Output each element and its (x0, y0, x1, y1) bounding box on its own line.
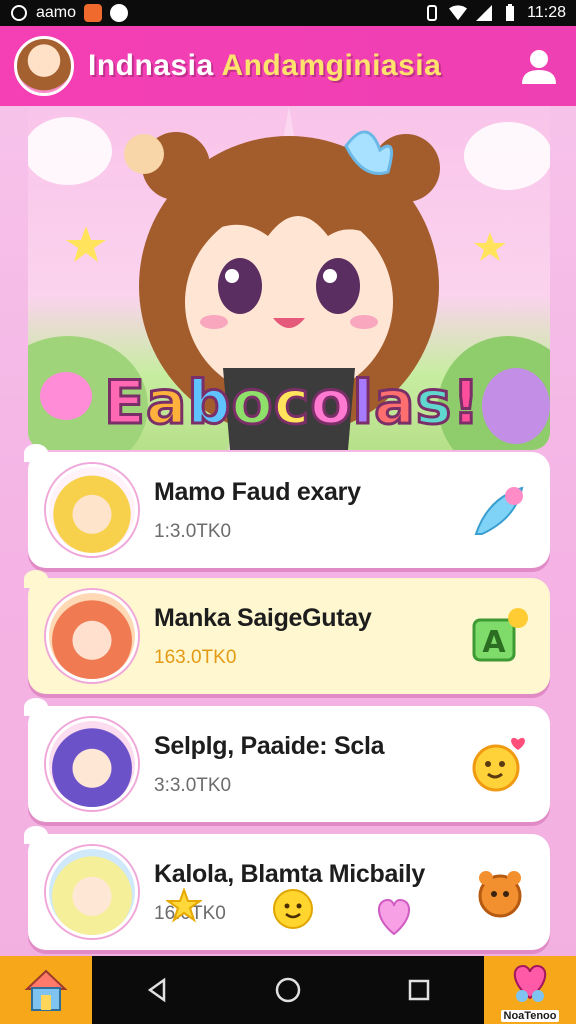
recents-icon[interactable] (406, 977, 432, 1003)
navigation-bar: NoaTenoo (0, 956, 576, 1024)
hero-letter: o (309, 367, 353, 440)
heart-icon (513, 964, 547, 1002)
home-tab-button[interactable] (0, 956, 92, 1024)
list-item-title: Manka SaigeGutay (154, 603, 372, 632)
hero-letter: s (414, 367, 453, 440)
user-icon (522, 50, 556, 84)
cloud-face-left (28, 117, 112, 185)
heart-icon (378, 898, 410, 936)
favorites-tab-label: NoaTenoo (500, 1010, 560, 1022)
app-logo[interactable] (14, 36, 74, 96)
back-icon[interactable] (144, 977, 170, 1003)
sun-face-icon (472, 737, 525, 792)
list-item-title: Selplg, Paaide: Scla (154, 731, 385, 760)
avatar (46, 464, 138, 556)
system-nav (92, 976, 484, 1004)
bear-icon (478, 871, 522, 918)
list-item[interactable]: Selplg, Paaide: Scla 3:3.0TK0 (24, 698, 550, 822)
svg-text:A: A (482, 625, 506, 660)
app-title-part2: Andamginiasia (221, 49, 442, 82)
hero-letter: b (186, 367, 232, 440)
hero-letter: o (230, 367, 274, 440)
hero-letter: a (145, 367, 188, 440)
avatar (46, 846, 138, 938)
compass-icon (110, 4, 129, 22)
list-item-text: Mamo Faud exary 1:3.0TK0 (154, 478, 468, 543)
wifi-icon (449, 4, 468, 22)
favorites-tab-button[interactable]: NoaTenoo (484, 956, 576, 1024)
app-bar: Indnasia Andamginiasia (0, 26, 576, 106)
hero-headline: Eabocolas! (103, 367, 482, 440)
smiley-icon (273, 889, 313, 929)
hero-banner[interactable]: Eabocolas! (28, 106, 550, 450)
vibrate-icon (423, 4, 441, 22)
camera-icon (10, 4, 28, 22)
hero-letter: E (103, 367, 147, 440)
status-bar: aamo 11:28 (0, 0, 576, 26)
profile-button[interactable] (516, 43, 562, 89)
list-item[interactable]: Mamo Faud exary 1:3.0TK0 (24, 444, 550, 568)
hero-letter: l (351, 367, 375, 440)
hero-letter: a (373, 367, 416, 440)
cloud-face-right (464, 122, 550, 190)
home-circle-icon[interactable] (274, 976, 302, 1004)
carrier-label: aamo (36, 4, 77, 21)
list-item-text: Manka SaigeGutay 163.0TK0 (154, 604, 468, 669)
app-title-part1: Indnasia (88, 49, 214, 82)
list-item-text: Selplg, Paaide: Scla 3:3.0TK0 (154, 732, 468, 797)
letter-block-icon: A (472, 608, 528, 662)
status-right: 11:28 (423, 4, 566, 22)
hero-letter: c (272, 367, 311, 440)
avatar (46, 718, 138, 810)
list-item-subtitle: 3:3.0TK0 (154, 774, 232, 796)
feather-icon (474, 486, 524, 535)
status-left: aamo (10, 4, 129, 22)
hero-letter: ! (451, 367, 481, 440)
list-item-subtitle: 1:3.0TK0 (154, 520, 232, 542)
list-item[interactable]: Manka SaigeGutay 163.0TK0 A (24, 570, 550, 694)
list-item-subtitle: 163.0TK0 (154, 646, 237, 668)
app-title: Indnasia Andamginiasia (88, 49, 441, 83)
clock: 11:28 (527, 4, 566, 21)
list-item-title: Mamo Faud exary (154, 477, 361, 506)
star-icon (166, 888, 202, 923)
home-icon (24, 969, 68, 1011)
notification-icon (84, 4, 103, 22)
signal-icon (475, 4, 493, 22)
avatar (46, 590, 138, 682)
battery-icon (501, 4, 519, 22)
